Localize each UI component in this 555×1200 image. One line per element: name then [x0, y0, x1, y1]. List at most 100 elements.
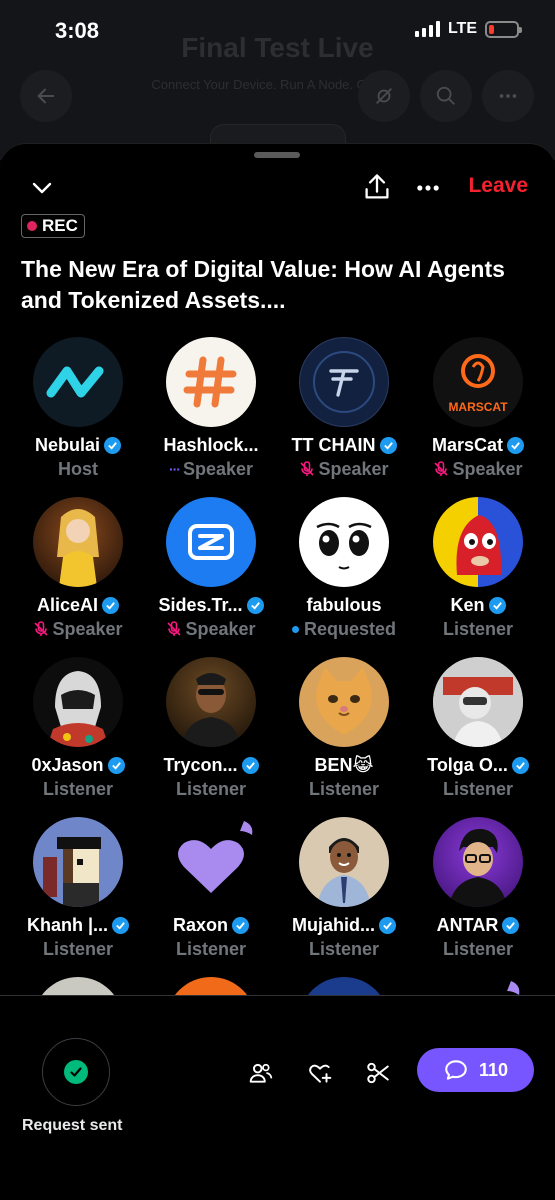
participant-name: 0xJason: [31, 754, 104, 775]
record-dot-icon: [27, 221, 37, 231]
participant-antar[interactable]: ANTAR Listener: [411, 817, 545, 961]
participant-ben[interactable]: BEN😹 Listener: [277, 657, 411, 801]
chevron-down-icon: [32, 182, 52, 194]
participant-tolga[interactable]: Tolga O... Listener: [411, 657, 545, 801]
participant-role: Speaker: [182, 458, 254, 479]
racer-photo-icon: [433, 657, 523, 747]
comments-button[interactable]: 110: [417, 1048, 534, 1092]
mic-off-icon: [433, 461, 449, 477]
participant-role: Host: [58, 458, 98, 479]
verified-icon: [379, 436, 397, 454]
participant-role: Speaker: [452, 458, 523, 479]
participant-khanh[interactable]: Khanh |... Listener: [11, 817, 145, 961]
background-more-button: [482, 70, 534, 122]
share-button[interactable]: [363, 172, 391, 207]
avatar: [433, 497, 523, 587]
avatar: [33, 337, 123, 427]
sheet-grabber[interactable]: [254, 152, 300, 158]
participant-fabulous[interactable]: fabulous Requested: [277, 497, 411, 641]
anime-face-icon: [316, 522, 372, 570]
avatar: [33, 657, 123, 747]
heart-plus-icon: [309, 1064, 332, 1083]
rec-badge: REC: [21, 214, 85, 238]
verified-icon: [507, 436, 525, 454]
participant-nebulai[interactable]: Nebulai Host: [11, 337, 145, 481]
participant-ken[interactable]: Ken Listener: [411, 497, 545, 641]
participant-role: Listener: [42, 778, 114, 799]
verified-icon: [379, 916, 396, 934]
participant-role: Listener: [42, 938, 114, 959]
participant-role: Speaker: [185, 618, 256, 639]
pixel-avatar-icon: [43, 837, 101, 907]
verified-icon: [112, 916, 130, 934]
speaking-indicator-icon: ···: [168, 461, 181, 477]
participant-marscat[interactable]: MARSCAT MarsCat Speaker: [411, 337, 545, 481]
cartoon-person-icon: [317, 838, 371, 907]
clip-button[interactable]: [363, 1058, 393, 1088]
participant-role: Listener: [442, 618, 514, 639]
avatar: [299, 497, 389, 587]
background-hide-button: [358, 70, 410, 122]
helmet-avatar-icon: [47, 671, 109, 747]
svg-text:MARSCAT: MARSCAT: [448, 400, 508, 414]
request-status-button[interactable]: [42, 1038, 110, 1106]
sheet-header: Leave: [0, 170, 555, 210]
participant-role: Listener: [175, 938, 247, 959]
people-button[interactable]: [246, 1058, 276, 1088]
participant-raxon[interactable]: Raxon Listener: [144, 817, 278, 961]
participant-hashlock[interactable]: Hashlock... ··· Speaker: [144, 337, 278, 481]
masked-character-icon: [456, 515, 502, 575]
hash-logo-icon: [183, 356, 237, 408]
participant-name: TT CHAIN: [291, 434, 376, 455]
avatar: [33, 497, 123, 587]
arrow-left-icon: [37, 88, 55, 104]
verified-icon: [104, 436, 121, 454]
heart-logo-icon: [178, 821, 253, 893]
space-title: The New Era of Digital Value: How AI Age…: [21, 256, 505, 313]
background-subtitle: Connect Your Device. Run A Node. Go ..ar…: [151, 77, 404, 92]
participant-trycon[interactable]: Trycon... Listener: [144, 657, 278, 801]
verified-icon: [502, 916, 520, 934]
sides-logo-icon: [188, 524, 234, 560]
participant-name: Nebulai: [34, 434, 100, 455]
participant-sides-trade[interactable]: Sides.Tr... Speaker: [144, 497, 278, 641]
participant-name: ANTAR: [436, 914, 499, 935]
avatar: MARSCAT: [433, 337, 523, 427]
participant-name: Trycon...: [163, 754, 238, 775]
tt-logo-icon: [313, 351, 375, 413]
avatar: [166, 497, 256, 587]
more-button[interactable]: [414, 174, 442, 209]
comment-icon: [445, 1060, 467, 1080]
avatar: [166, 817, 256, 907]
mic-off-icon: [299, 461, 315, 477]
participant-tt-chain[interactable]: TT CHAIN Speaker: [277, 337, 411, 481]
people-icon: [249, 1063, 273, 1083]
cartoon-person-icon: [449, 828, 507, 907]
signal-icon: [414, 21, 440, 37]
background-back-button: [20, 70, 72, 122]
participant-role: Speaker: [52, 618, 123, 639]
participant-aliceai[interactable]: AliceAI Speaker: [11, 497, 145, 641]
participant-name: Raxon: [172, 914, 228, 935]
more-icon: [499, 94, 517, 98]
participant-role: Requested: [303, 618, 397, 639]
participant-name: fabulous: [306, 594, 382, 615]
participant-role: Speaker: [318, 458, 389, 479]
share-icon: [365, 174, 389, 199]
verified-icon: [488, 596, 506, 614]
leave-button[interactable]: Leave: [468, 174, 528, 198]
minimize-button[interactable]: [30, 176, 54, 205]
comment-count: 110: [478, 1059, 509, 1080]
checkmark-icon: [64, 1060, 88, 1084]
participant-name: BEN😹: [314, 754, 374, 775]
react-button[interactable]: [305, 1058, 335, 1088]
requested-dot-icon: [291, 625, 299, 633]
request-status-label: Request sent: [22, 1117, 123, 1134]
participant-0xjason[interactable]: 0xJason Listener: [11, 657, 145, 801]
avatar: [299, 337, 389, 427]
participant-mujahid[interactable]: Mujahid... Listener: [277, 817, 411, 961]
logo-icon: [46, 366, 104, 398]
more-icon: [417, 185, 439, 191]
participant-role: Listener: [308, 778, 380, 799]
participant-role: Listener: [175, 778, 247, 799]
